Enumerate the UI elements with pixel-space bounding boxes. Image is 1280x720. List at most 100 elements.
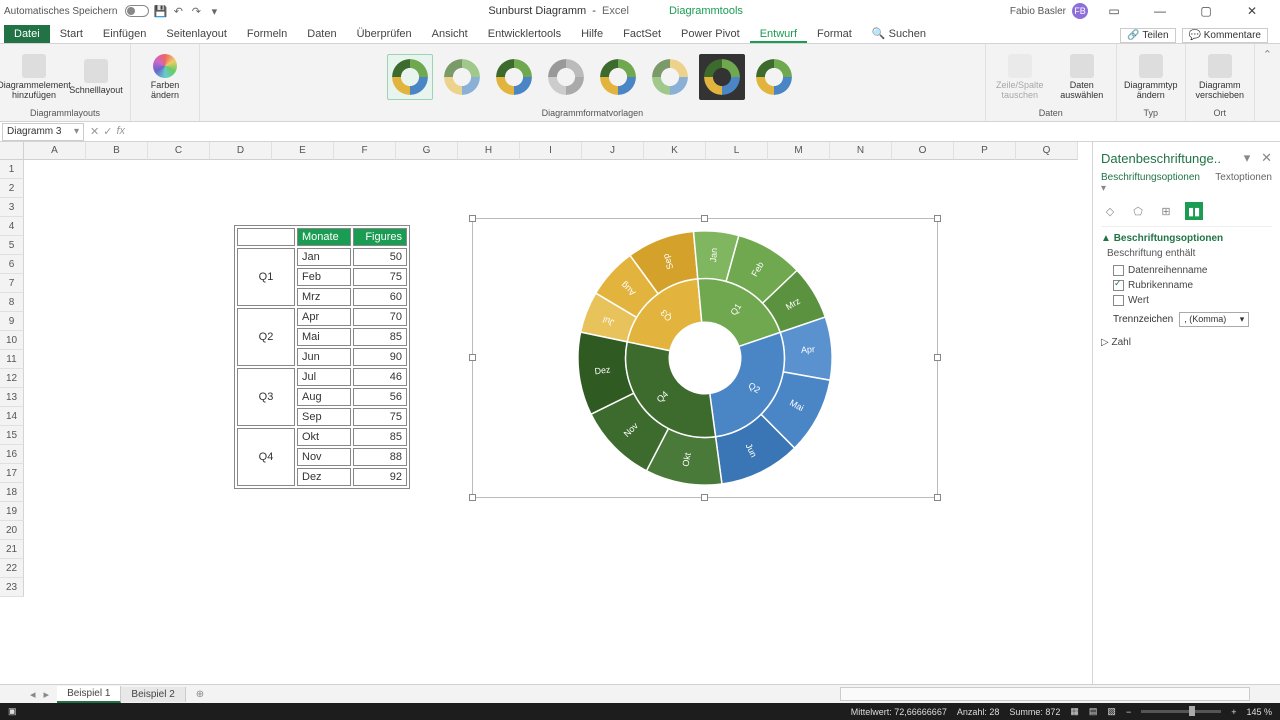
panel-close-icon[interactable]: ✕: [1261, 150, 1272, 165]
column-headers[interactable]: ABCDEFGHIJKLMNOPQ: [24, 142, 1078, 160]
tab-format[interactable]: Format: [807, 25, 862, 43]
chart-style-2[interactable]: [439, 54, 485, 100]
panel-title: Datenbeschriftunge..: [1101, 151, 1221, 166]
document-title: Sunburst Diagramm - Excel: [488, 5, 629, 17]
add-chart-element-button[interactable]: Diagrammelement hinzufügen: [6, 47, 62, 107]
tab-insert[interactable]: Einfügen: [93, 25, 156, 43]
tab-view[interactable]: Ansicht: [422, 25, 478, 43]
switch-row-col-button[interactable]: Zeile/Spalte tauschen: [992, 47, 1048, 107]
close-icon[interactable]: ✕: [1232, 0, 1272, 22]
separator-select[interactable]: , (Komma)▾: [1179, 312, 1249, 327]
collapse-ribbon-icon[interactable]: ⌃: [1255, 44, 1280, 121]
select-all-corner[interactable]: [0, 142, 24, 160]
user-avatar[interactable]: FB: [1072, 3, 1088, 19]
label-options-icon[interactable]: ▮▮: [1185, 202, 1203, 220]
tab-text-options[interactable]: Textoptionen: [1215, 172, 1272, 194]
tab-formulas[interactable]: Formeln: [237, 25, 297, 43]
tab-factset[interactable]: FactSet: [613, 25, 671, 43]
view-normal-icon[interactable]: ▦: [1070, 706, 1079, 717]
chk-series-name[interactable]: [1113, 265, 1124, 276]
svg-text:Jan: Jan: [708, 247, 719, 262]
user-name[interactable]: Fabio Basler: [1010, 6, 1066, 17]
view-layout-icon[interactable]: ▤: [1089, 706, 1098, 717]
sheet-nav-next-icon[interactable]: ▸: [44, 688, 50, 701]
ribbon: Diagrammelement hinzufügen Schnelllayout…: [0, 44, 1280, 122]
sheet-tab-1[interactable]: Beispiel 1: [57, 686, 121, 703]
fill-icon[interactable]: ◇: [1101, 202, 1119, 220]
tab-developer[interactable]: Entwicklertools: [478, 25, 571, 43]
chart-style-1[interactable]: [387, 54, 433, 100]
sheet-tab-2[interactable]: Beispiel 2: [121, 687, 185, 702]
tab-label-options[interactable]: Beschriftungsoptionen ▾: [1101, 172, 1205, 194]
formula-input[interactable]: [129, 126, 1280, 137]
redo-icon[interactable]: ↷: [189, 4, 203, 18]
data-labels-panel: Datenbeschriftunge.. ▾ ✕ Beschriftungsop…: [1092, 142, 1280, 684]
type-group-label: Typ: [1144, 108, 1159, 119]
chart-tools-label: Diagrammtools: [669, 5, 743, 17]
name-box[interactable]: Diagramm 3▾: [2, 123, 84, 141]
select-data-button[interactable]: Daten auswählen: [1054, 47, 1110, 107]
minimize-icon[interactable]: —: [1140, 0, 1180, 22]
quick-layout-button[interactable]: Schnelllayout: [68, 47, 124, 107]
fx-icon[interactable]: fx: [116, 125, 125, 138]
section-number[interactable]: ▷ Zahl: [1101, 331, 1272, 350]
ribbon-mode-icon[interactable]: ▭: [1094, 0, 1134, 22]
data-group-label: Daten: [1039, 108, 1063, 119]
horizontal-scrollbar[interactable]: [840, 687, 1250, 701]
status-sum: Summe: 872: [1009, 707, 1060, 717]
add-sheet-button[interactable]: ⊕: [186, 687, 214, 702]
data-table[interactable]: MonateFigures Q1Jan50 Feb75 Mrz60 Q2Apr7…: [234, 225, 410, 489]
chk-value[interactable]: [1113, 295, 1124, 306]
tab-help[interactable]: Hilfe: [571, 25, 613, 43]
chart-style-3[interactable]: [491, 54, 537, 100]
sheet-nav-prev-icon[interactable]: ◂: [30, 688, 36, 701]
zoom-level[interactable]: 145 %: [1246, 707, 1272, 717]
chk-category-name[interactable]: [1113, 280, 1124, 291]
status-count: Anzahl: 28: [957, 707, 1000, 717]
formula-bar: Diagramm 3▾ ✕ ✓ fx: [0, 122, 1280, 142]
size-icon[interactable]: ⊞: [1157, 202, 1175, 220]
tab-data[interactable]: Daten: [297, 25, 346, 43]
section-label-options[interactable]: ▲ Beschriftungsoptionen: [1101, 227, 1272, 246]
record-macro-icon[interactable]: ▣: [8, 706, 17, 717]
chart-style-6[interactable]: [647, 54, 693, 100]
row-headers[interactable]: 1234567891011121314151617181920212223: [0, 160, 24, 597]
comments-button[interactable]: 💬 Kommentare: [1182, 28, 1268, 43]
chart-style-5[interactable]: [595, 54, 641, 100]
undo-icon[interactable]: ↶: [171, 4, 185, 18]
zoom-out-icon[interactable]: −: [1126, 707, 1131, 717]
status-bar: ▣ Mittelwert: 72,66666667 Anzahl: 28 Sum…: [0, 703, 1280, 720]
ribbon-tabs: Datei Start Einfügen Seitenlayout Formel…: [0, 22, 1280, 44]
zoom-slider[interactable]: [1141, 710, 1221, 713]
qat-dropdown-icon[interactable]: ▾: [207, 4, 221, 18]
save-icon[interactable]: 💾: [153, 4, 167, 18]
zoom-in-icon[interactable]: +: [1231, 707, 1236, 717]
chart-style-4[interactable]: [543, 54, 589, 100]
effects-icon[interactable]: ⬠: [1129, 202, 1147, 220]
tab-start[interactable]: Start: [50, 25, 93, 43]
change-type-button[interactable]: Diagrammtyp ändern: [1123, 47, 1179, 107]
cell-grid[interactable]: MonateFigures Q1Jan50 Feb75 Mrz60 Q2Apr7…: [24, 160, 1092, 684]
sunburst-chart[interactable]: JulAugSepQ3JanFebMrzQ1AprMaiJunQ2OktNovD…: [472, 218, 938, 498]
autosave-toggle[interactable]: [125, 5, 149, 17]
styles-group-label: Diagrammformatvorlagen: [542, 108, 644, 119]
share-button[interactable]: 🔗 Teilen: [1120, 28, 1175, 43]
change-colors-button[interactable]: Farben ändern: [137, 47, 193, 107]
tab-design[interactable]: Entwurf: [750, 25, 807, 43]
svg-text:Apr: Apr: [801, 344, 816, 355]
tab-file[interactable]: Datei: [4, 25, 50, 43]
chart-style-7[interactable]: [699, 54, 745, 100]
view-break-icon[interactable]: ▧: [1107, 706, 1116, 717]
search-box[interactable]: 🔍 Suchen: [862, 24, 936, 43]
tab-powerpivot[interactable]: Power Pivot: [671, 25, 750, 43]
cancel-formula-icon[interactable]: ✕: [90, 125, 99, 138]
sheet-tab-bar: ◂ ▸ Beispiel 1 Beispiel 2 ⊕: [0, 684, 1280, 703]
chart-style-8[interactable]: [751, 54, 797, 100]
move-chart-button[interactable]: Diagramm verschieben: [1192, 47, 1248, 107]
autosave-label: Automatisches Speichern: [4, 6, 117, 17]
titlebar: Automatisches Speichern 💾 ↶ ↷ ▾ Sunburst…: [0, 0, 1280, 22]
tab-review[interactable]: Überprüfen: [347, 25, 422, 43]
maximize-icon[interactable]: ▢: [1186, 0, 1226, 22]
enter-formula-icon[interactable]: ✓: [103, 125, 112, 138]
tab-pagelayout[interactable]: Seitenlayout: [156, 25, 237, 43]
